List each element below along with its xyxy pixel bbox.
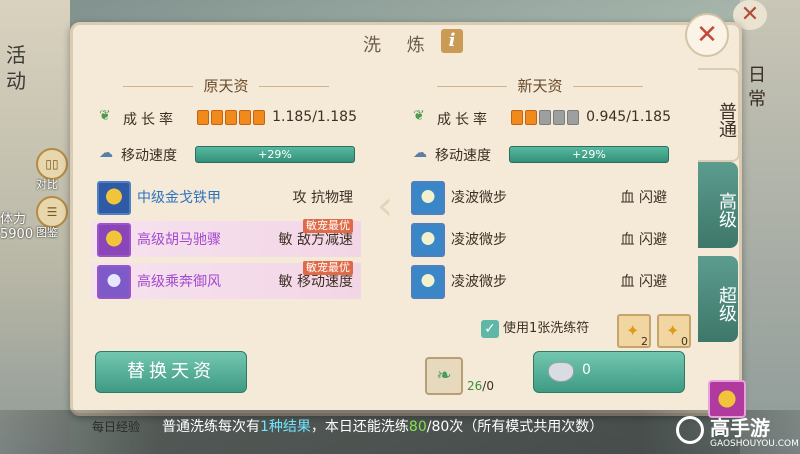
album-label[interactable]: 图鉴 xyxy=(36,224,58,240)
checkmark-icon[interactable]: ✓ xyxy=(481,319,499,338)
refine-cost: 0 xyxy=(582,362,591,378)
original-speed-bar: +29% xyxy=(195,146,355,163)
new-speed-row: ☁ 移动速度 +29% xyxy=(413,143,675,165)
original-skill-3[interactable]: 高级乘奔御风 敏 移动速度 敏宠最优 xyxy=(91,261,361,299)
info-icon[interactable]: i xyxy=(441,29,463,53)
daily-exp-label: 每日经验 xyxy=(92,420,141,434)
activity-menu-label[interactable]: 活动 xyxy=(6,42,36,94)
wave-skill-icon xyxy=(411,265,445,299)
skill-name: 中级金戈铁甲 xyxy=(137,190,221,206)
power-display: 体力 5900 xyxy=(0,212,34,242)
original-skill-1[interactable]: 中级金戈铁甲 攻 抗物理 xyxy=(91,179,361,215)
skill-name: 高级胡马驰骤 xyxy=(137,232,221,248)
refine-button[interactable]: 0 xyxy=(533,351,685,393)
ticket-count-2: 0 xyxy=(681,335,688,348)
cloud-icon: ☁ xyxy=(413,145,427,161)
new-aptitude-panel: 新天资 ❦ 成长率 0.945/1.185 ☁ 移动速度 +29% 凌波微步 血… xyxy=(405,75,675,307)
original-growth-row: ❦ 成长率 1.185/1.185 xyxy=(99,107,361,129)
skill-attr: 血 闪避 xyxy=(620,232,667,248)
new-growth-pips xyxy=(511,110,581,129)
new-growth-value: 0.945/1.185 xyxy=(586,109,671,125)
original-aptitude-panel: 原天资 ❦ 成长率 1.185/1.185 ☁ 移动速度 +29% 中级金戈铁甲… xyxy=(91,75,361,307)
ticket-item-1[interactable]: ✦ 2 xyxy=(617,314,651,348)
best-badge: 敏宠最优 xyxy=(303,261,353,275)
logo-icon xyxy=(676,416,704,444)
horse-skill-icon xyxy=(97,223,131,257)
armor-skill-icon xyxy=(97,181,131,215)
tab-normal[interactable]: 普通 xyxy=(698,68,740,162)
compare-label[interactable]: 对比 xyxy=(36,176,58,192)
close-icon[interactable]: ✕ xyxy=(685,13,729,57)
skill-attr: 攻 抗物理 xyxy=(292,190,353,206)
herb-count: 26/0 xyxy=(467,379,494,393)
leaf-icon: ❦ xyxy=(99,108,111,124)
watermark-name: 高手游 xyxy=(710,416,770,440)
watermark-url: GAOSHOUYOU.COM xyxy=(710,439,799,449)
new-skill-3[interactable]: 凌波微步 血 闪避 xyxy=(405,263,675,299)
herb-item-icon[interactable]: ❧ xyxy=(425,357,463,395)
new-skill-2[interactable]: 凌波微步 血 闪避 xyxy=(405,221,675,257)
skill-name: 凌波微步 xyxy=(451,274,507,290)
chevron-left-icon: ‹ xyxy=(377,183,393,229)
replace-aptitude-button[interactable]: 替换天资 xyxy=(95,351,247,393)
leaf-icon: ❦ xyxy=(413,108,425,124)
original-growth-pips xyxy=(197,110,267,129)
original-header: 原天资 xyxy=(91,75,361,96)
new-skill-1[interactable]: 凌波微步 血 闪避 xyxy=(405,179,675,215)
growth-label: 成长率 xyxy=(123,112,177,128)
ticket-count-1: 2 xyxy=(641,335,648,348)
growth-label: 成长率 xyxy=(437,112,491,128)
new-speed-bar: +29% xyxy=(509,146,669,163)
scroll-icon: ✦ xyxy=(666,321,680,340)
scroll-icon: ✦ xyxy=(626,321,640,340)
watermark: 高手游 GAOSHOUYOU.COM xyxy=(676,412,800,454)
wind-skill-icon xyxy=(97,265,131,299)
original-skill-2[interactable]: 高级胡马驰骤 敏 敌方减速 敏宠最优 xyxy=(91,219,361,257)
wave-skill-icon xyxy=(411,223,445,257)
skill-attr: 血 闪避 xyxy=(620,190,667,206)
refine-info-text: 普通洗练每次有1种结果，本日还能洗练80/80次（所有模式共用次数） xyxy=(162,419,604,435)
ticket-item-2[interactable]: ✦ 0 xyxy=(657,314,691,348)
best-badge: 敏宠最优 xyxy=(303,219,353,233)
skill-name: 凌波微步 xyxy=(451,190,507,206)
silver-ingot-icon xyxy=(548,362,574,382)
original-speed-row: ☁ 移动速度 +29% xyxy=(99,143,361,165)
tab-super[interactable]: 超级 xyxy=(698,256,738,342)
dialog-title: 洗 炼 xyxy=(363,35,435,56)
skill-name: 高级乘奔御风 xyxy=(137,274,221,290)
new-growth-row: ❦ 成长率 0.945/1.185 xyxy=(413,107,675,129)
new-header: 新天资 xyxy=(405,75,675,96)
wave-skill-icon xyxy=(411,181,445,215)
use-ticket-label: 使用1张洗练符 xyxy=(503,321,590,336)
refine-dialog: 洗 炼 i ✕ 原天资 ❦ 成长率 1.185/1.185 ☁ 移动速度 +29… xyxy=(70,13,742,416)
skill-attr: 血 闪避 xyxy=(620,274,667,290)
original-growth-value: 1.185/1.185 xyxy=(272,109,357,125)
speed-label: 移动速度 xyxy=(121,148,177,164)
daily-tab-label[interactable]: 日常 xyxy=(748,64,778,112)
background-left: 活动 体力 5900 xyxy=(0,0,70,454)
speed-label: 移动速度 xyxy=(435,148,491,164)
skill-name: 凌波微步 xyxy=(451,232,507,248)
cloud-icon: ☁ xyxy=(99,145,113,161)
use-ticket-checkbox[interactable]: ✓ 使用1张洗练符 xyxy=(481,317,589,338)
tab-advanced[interactable]: 高级 xyxy=(698,162,738,248)
